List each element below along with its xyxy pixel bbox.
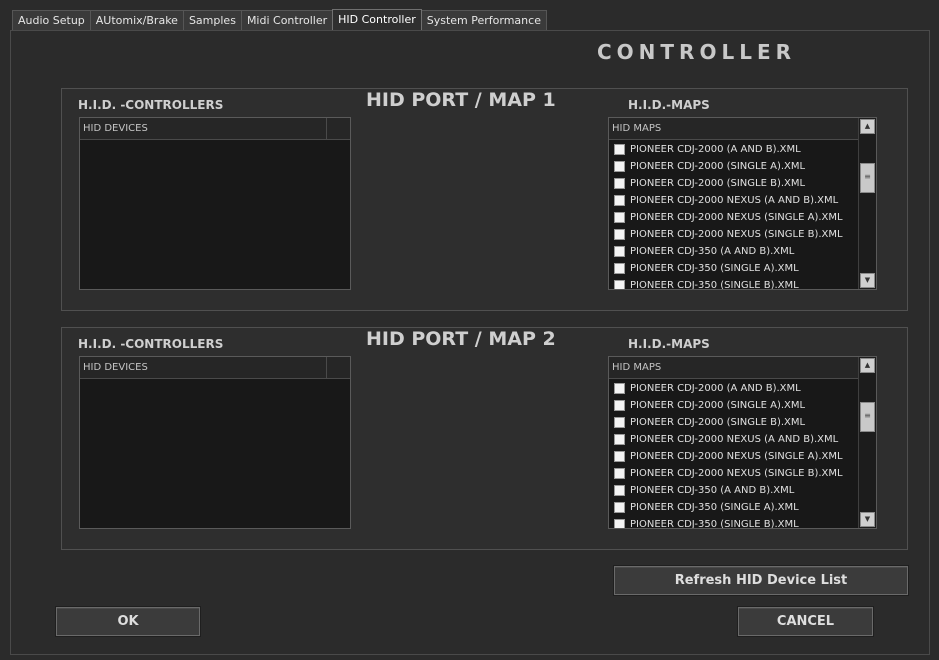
- maps-column-header[interactable]: HID MAPS: [609, 118, 858, 139]
- list-item[interactable]: PIONEER CDJ-2000 NEXUS (SINGLE B).XML: [609, 226, 858, 243]
- scroll-up-icon[interactable]: ▲: [860, 358, 875, 373]
- scroll-thumb[interactable]: ≡: [860, 402, 875, 432]
- controllers-label: H.I.D. -CONTROLLERS: [78, 98, 224, 112]
- hid-devices-list[interactable]: HID DEVICES: [79, 117, 351, 290]
- list-item[interactable]: PIONEER CDJ-2000 NEXUS (SINGLE B).XML: [609, 465, 858, 482]
- map-label: PIONEER CDJ-350 (A AND B).XML: [630, 246, 795, 257]
- checkbox[interactable]: [614, 195, 625, 206]
- checkbox[interactable]: [614, 502, 625, 513]
- list-item[interactable]: PIONEER CDJ-2000 NEXUS (A AND B).XML: [609, 192, 858, 209]
- list-header: HID DEVICES: [80, 118, 350, 140]
- checkbox[interactable]: [614, 178, 625, 189]
- map-label: PIONEER CDJ-2000 (SINGLE A).XML: [630, 400, 806, 411]
- list-item[interactable]: PIONEER CDJ-2000 (SINGLE B).XML: [609, 175, 858, 192]
- tab-samples[interactable]: Samples: [182, 10, 242, 31]
- list-item[interactable]: PIONEER CDJ-2000 (A AND B).XML: [609, 141, 858, 158]
- list-item[interactable]: PIONEER CDJ-2000 (A AND B).XML: [609, 380, 858, 397]
- port-title: HID PORT / MAP 1: [366, 89, 556, 111]
- maps-items: PIONEER CDJ-2000 (A AND B).XML PIONEER C…: [609, 380, 858, 529]
- hid-port-panel-1: HID PORT / MAP 1 H.I.D. -CONTROLLERS H.I…: [61, 88, 908, 311]
- checkbox[interactable]: [614, 485, 625, 496]
- list-item[interactable]: PIONEER CDJ-350 (A AND B).XML: [609, 243, 858, 260]
- checkbox[interactable]: [614, 229, 625, 240]
- tab-automix-brake[interactable]: AUtomix/Brake: [89, 10, 184, 31]
- list-item[interactable]: PIONEER CDJ-350 (A AND B).XML: [609, 482, 858, 499]
- page-title: CONTROLLER: [597, 40, 797, 64]
- list-item[interactable]: PIONEER CDJ-2000 (SINGLE A).XML: [609, 397, 858, 414]
- checkbox[interactable]: [614, 468, 625, 479]
- list-item[interactable]: PIONEER CDJ-2000 NEXUS (SINGLE A).XML: [609, 448, 858, 465]
- maps-scrollbar[interactable]: ▲ ≡ ▼: [858, 357, 876, 528]
- checkbox[interactable]: [614, 212, 625, 223]
- checkbox[interactable]: [614, 383, 625, 394]
- list-item[interactable]: PIONEER CDJ-2000 (SINGLE A).XML: [609, 158, 858, 175]
- list-item[interactable]: PIONEER CDJ-350 (SINGLE A).XML: [609, 499, 858, 516]
- map-label: PIONEER CDJ-350 (SINGLE A).XML: [630, 502, 799, 513]
- map-label: PIONEER CDJ-2000 (SINGLE A).XML: [630, 161, 806, 172]
- checkbox[interactable]: [614, 161, 625, 172]
- map-label: PIONEER CDJ-350 (SINGLE A).XML: [630, 263, 799, 274]
- maps-items: PIONEER CDJ-2000 (A AND B).XML PIONEER C…: [609, 141, 858, 290]
- devices-column-header[interactable]: HID DEVICES: [80, 118, 327, 139]
- scroll-down-icon[interactable]: ▼: [860, 273, 875, 288]
- list-item[interactable]: PIONEER CDJ-2000 NEXUS (A AND B).XML: [609, 431, 858, 448]
- devices-column-header[interactable]: HID DEVICES: [80, 357, 327, 378]
- tab-audio-setup[interactable]: Audio Setup: [12, 10, 91, 31]
- map-label: PIONEER CDJ-2000 NEXUS (SINGLE A).XML: [630, 451, 843, 462]
- maps-column-header[interactable]: HID MAPS: [609, 357, 858, 378]
- checkbox[interactable]: [614, 400, 625, 411]
- scroll-up-icon[interactable]: ▲: [860, 119, 875, 134]
- map-label: PIONEER CDJ-2000 NEXUS (SINGLE A).XML: [630, 212, 843, 223]
- tab-bar: Audio Setup AUtomix/Brake Samples Midi C…: [12, 9, 547, 31]
- checkbox[interactable]: [614, 263, 625, 274]
- ok-button[interactable]: OK: [56, 607, 200, 636]
- list-header: HID MAPS: [609, 357, 858, 379]
- checkbox[interactable]: [614, 519, 625, 528]
- map-label: PIONEER CDJ-2000 (SINGLE B).XML: [630, 417, 806, 428]
- column-header-spacer: [327, 357, 350, 378]
- maps-label: H.I.D.-MAPS: [628, 98, 710, 112]
- hid-maps-list[interactable]: HID MAPS PIONEER CDJ-2000 (A AND B).XML …: [608, 117, 877, 290]
- tab-midi-controller[interactable]: Midi Controller: [240, 10, 334, 31]
- map-label: PIONEER CDJ-2000 (A AND B).XML: [630, 144, 801, 155]
- checkbox[interactable]: [614, 246, 625, 257]
- checkbox[interactable]: [614, 417, 625, 428]
- checkbox[interactable]: [614, 434, 625, 445]
- hid-devices-list[interactable]: HID DEVICES: [79, 356, 351, 529]
- list-item[interactable]: PIONEER CDJ-350 (SINGLE B).XML: [609, 277, 858, 290]
- map-label: PIONEER CDJ-2000 NEXUS (A AND B).XML: [630, 195, 839, 206]
- map-label: PIONEER CDJ-350 (A AND B).XML: [630, 485, 795, 496]
- tab-system-performance[interactable]: System Performance: [420, 10, 547, 31]
- map-label: PIONEER CDJ-2000 NEXUS (A AND B).XML: [630, 434, 839, 445]
- checkbox[interactable]: [614, 144, 625, 155]
- port-title: HID PORT / MAP 2: [366, 328, 556, 350]
- hid-port-panel-2: HID PORT / MAP 2 H.I.D. -CONTROLLERS H.I…: [61, 327, 908, 550]
- map-label: PIONEER CDJ-350 (SINGLE B).XML: [630, 280, 799, 290]
- list-header: HID DEVICES: [80, 357, 350, 379]
- maps-label: H.I.D.-MAPS: [628, 337, 710, 351]
- maps-scrollbar[interactable]: ▲ ≡ ▼: [858, 118, 876, 289]
- map-label: PIONEER CDJ-2000 NEXUS (SINGLE B).XML: [630, 468, 843, 479]
- column-header-spacer: [327, 118, 350, 139]
- hid-maps-list[interactable]: HID MAPS PIONEER CDJ-2000 (A AND B).XML …: [608, 356, 877, 529]
- cancel-button[interactable]: CANCEL: [738, 607, 873, 636]
- tab-hid-controller[interactable]: HID Controller: [332, 9, 422, 31]
- refresh-hid-device-list-button[interactable]: Refresh HID Device List: [614, 566, 908, 595]
- scroll-thumb[interactable]: ≡: [860, 163, 875, 193]
- map-label: PIONEER CDJ-2000 NEXUS (SINGLE B).XML: [630, 229, 843, 240]
- checkbox[interactable]: [614, 280, 625, 289]
- list-item[interactable]: PIONEER CDJ-2000 NEXUS (SINGLE A).XML: [609, 209, 858, 226]
- map-label: PIONEER CDJ-350 (SINGLE B).XML: [630, 519, 799, 529]
- list-item[interactable]: PIONEER CDJ-2000 (SINGLE B).XML: [609, 414, 858, 431]
- checkbox[interactable]: [614, 451, 625, 462]
- map-label: PIONEER CDJ-2000 (A AND B).XML: [630, 383, 801, 394]
- list-header: HID MAPS: [609, 118, 858, 140]
- map-label: PIONEER CDJ-2000 (SINGLE B).XML: [630, 178, 806, 189]
- list-item[interactable]: PIONEER CDJ-350 (SINGLE A).XML: [609, 260, 858, 277]
- list-item[interactable]: PIONEER CDJ-350 (SINGLE B).XML: [609, 516, 858, 529]
- controllers-label: H.I.D. -CONTROLLERS: [78, 337, 224, 351]
- scroll-down-icon[interactable]: ▼: [860, 512, 875, 527]
